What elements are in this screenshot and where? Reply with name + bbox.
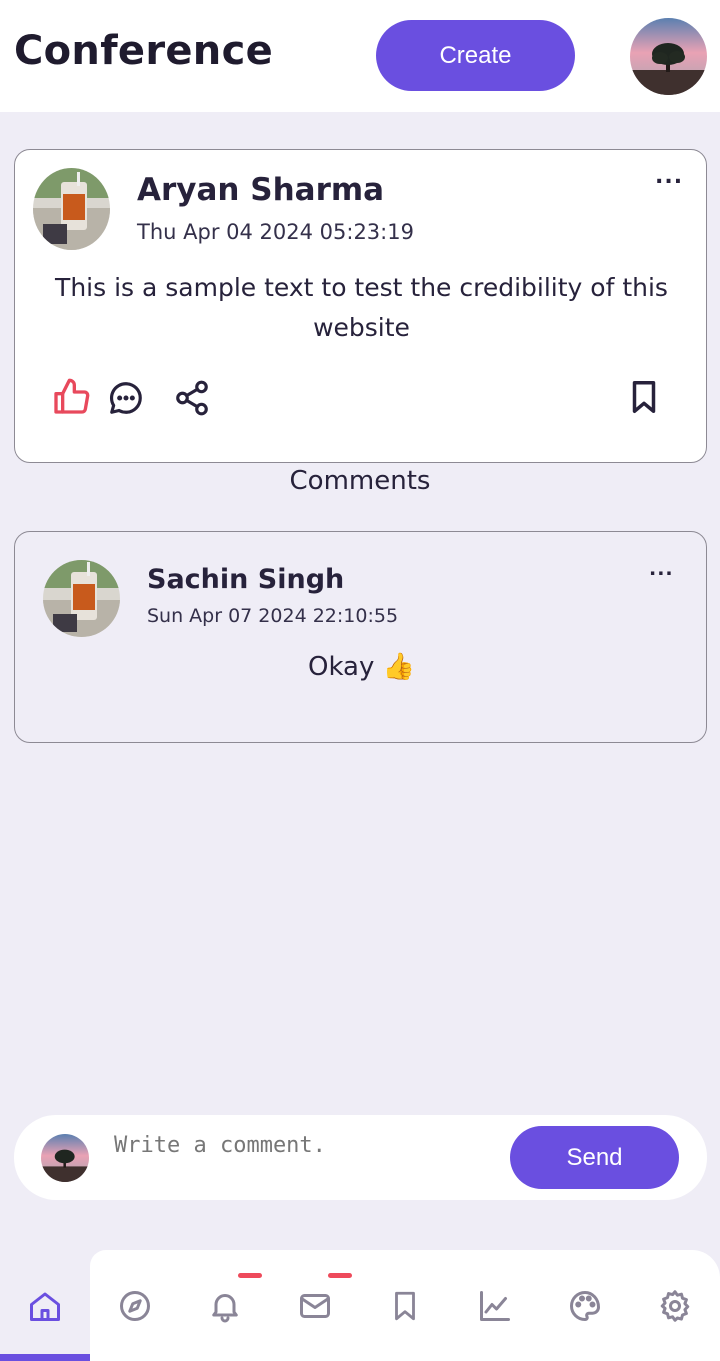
bookmark-icon[interactable] xyxy=(625,377,665,417)
comment-timestamp: Sun Apr 07 2024 22:10:55 xyxy=(147,605,399,627)
comment-card: Sachin Singh Sun Apr 07 2024 22:10:55 ..… xyxy=(14,531,707,743)
message-badge xyxy=(328,1273,352,1278)
share-icon[interactable] xyxy=(173,379,213,419)
compass-icon[interactable] xyxy=(113,1284,157,1328)
create-button[interactable]: Create xyxy=(376,20,575,91)
comment-author-name[interactable]: Sachin Singh xyxy=(147,564,344,595)
comment-icon[interactable] xyxy=(107,379,147,419)
post-author-avatar[interactable] xyxy=(33,168,110,250)
comment-input[interactable] xyxy=(114,1127,494,1163)
page-title: Conference xyxy=(14,28,274,74)
gear-icon[interactable] xyxy=(653,1284,697,1328)
chart-icon[interactable] xyxy=(473,1284,517,1328)
nav-active-indicator xyxy=(0,1354,90,1361)
comment-more-button[interactable]: ... xyxy=(649,560,674,579)
bookmark-icon[interactable] xyxy=(383,1284,427,1328)
composer-avatar xyxy=(41,1134,89,1182)
bell-icon[interactable] xyxy=(203,1284,247,1328)
profile-avatar[interactable] xyxy=(630,18,707,95)
palette-icon[interactable] xyxy=(563,1284,607,1328)
post-card: Aryan Sharma Thu Apr 04 2024 05:23:19 ..… xyxy=(14,149,707,463)
post-author-name[interactable]: Aryan Sharma xyxy=(137,172,384,208)
notification-badge xyxy=(238,1273,262,1278)
home-icon[interactable] xyxy=(23,1284,67,1328)
comment-composer: Send xyxy=(14,1115,707,1200)
comment-text: Okay 👍 xyxy=(307,652,416,682)
top-bar: Conference Create xyxy=(0,0,720,112)
comments-heading: Comments xyxy=(289,466,431,496)
bottom-nav xyxy=(0,1250,720,1361)
send-button[interactable]: Send xyxy=(510,1126,679,1189)
post-more-button[interactable]: ... xyxy=(655,166,683,188)
mail-icon[interactable] xyxy=(293,1284,337,1328)
post-text: This is a sample text to test the credib… xyxy=(55,273,668,342)
post-timestamp: Thu Apr 04 2024 05:23:19 xyxy=(137,220,414,244)
comment-author-avatar[interactable] xyxy=(43,560,120,637)
like-icon[interactable] xyxy=(51,377,91,417)
